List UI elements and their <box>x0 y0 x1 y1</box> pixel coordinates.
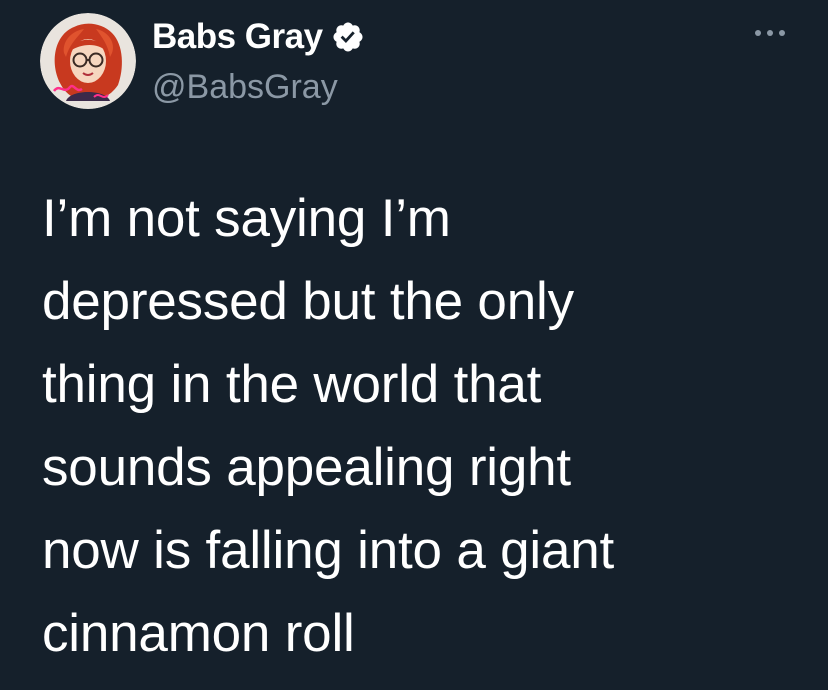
author-name-row: Babs Gray <box>152 15 365 59</box>
verified-badge-icon <box>331 20 365 54</box>
avatar-illustration-icon <box>40 13 136 109</box>
tweet-text: I’m not saying I’m depressed but the onl… <box>42 189 615 663</box>
tweet-card: Babs Gray @BabsGray I’m not saying I’m d… <box>0 0 828 690</box>
author-handle[interactable]: @BabsGray <box>152 68 338 107</box>
author-display-name[interactable]: Babs Gray <box>152 17 323 57</box>
author-avatar[interactable] <box>40 13 136 109</box>
more-options-button[interactable] <box>748 18 792 48</box>
more-options-icon <box>755 30 785 36</box>
